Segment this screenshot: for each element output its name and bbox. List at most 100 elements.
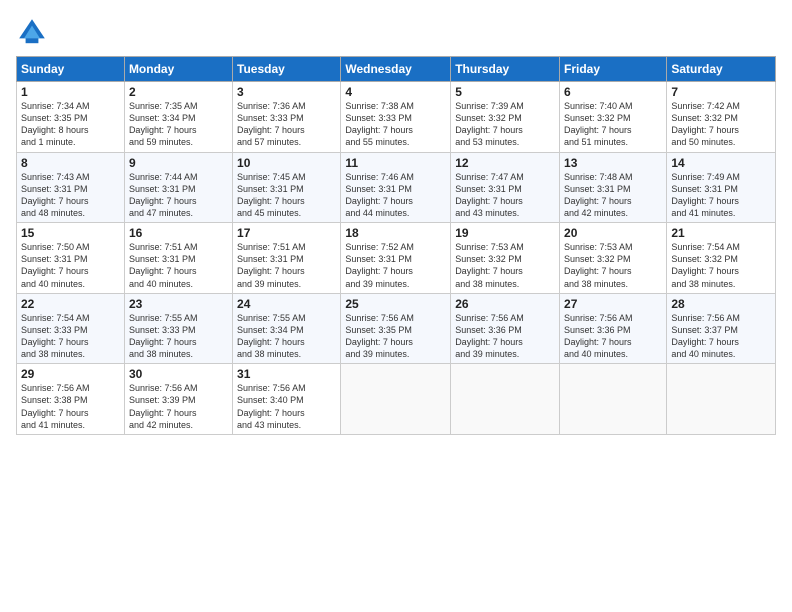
day-info: Sunrise: 7:39 AMSunset: 3:32 PMDaylight:… [455, 100, 555, 149]
week-row-1: 1Sunrise: 7:34 AMSunset: 3:35 PMDaylight… [17, 82, 776, 153]
calendar-cell: 24Sunrise: 7:55 AMSunset: 3:34 PMDayligh… [233, 293, 341, 364]
day-info: Sunrise: 7:56 AMSunset: 3:36 PMDaylight:… [564, 312, 662, 361]
day-number: 12 [455, 156, 555, 170]
calendar-cell: 20Sunrise: 7:53 AMSunset: 3:32 PMDayligh… [560, 223, 667, 294]
calendar-cell: 16Sunrise: 7:51 AMSunset: 3:31 PMDayligh… [124, 223, 232, 294]
weekday-header-friday: Friday [560, 57, 667, 82]
day-info: Sunrise: 7:56 AMSunset: 3:39 PMDaylight:… [129, 382, 228, 431]
day-number: 29 [21, 367, 120, 381]
day-info: Sunrise: 7:55 AMSunset: 3:33 PMDaylight:… [129, 312, 228, 361]
header [16, 16, 776, 48]
week-row-2: 8Sunrise: 7:43 AMSunset: 3:31 PMDaylight… [17, 152, 776, 223]
day-info: Sunrise: 7:51 AMSunset: 3:31 PMDaylight:… [237, 241, 336, 290]
day-number: 20 [564, 226, 662, 240]
logo-icon [16, 16, 48, 48]
day-number: 19 [455, 226, 555, 240]
day-number: 15 [21, 226, 120, 240]
calendar-cell: 26Sunrise: 7:56 AMSunset: 3:36 PMDayligh… [451, 293, 560, 364]
day-info: Sunrise: 7:40 AMSunset: 3:32 PMDaylight:… [564, 100, 662, 149]
calendar-cell [560, 364, 667, 435]
day-info: Sunrise: 7:56 AMSunset: 3:36 PMDaylight:… [455, 312, 555, 361]
weekday-header-sunday: Sunday [17, 57, 125, 82]
calendar-cell: 13Sunrise: 7:48 AMSunset: 3:31 PMDayligh… [560, 152, 667, 223]
weekday-header-saturday: Saturday [667, 57, 776, 82]
day-info: Sunrise: 7:47 AMSunset: 3:31 PMDaylight:… [455, 171, 555, 220]
day-info: Sunrise: 7:56 AMSunset: 3:35 PMDaylight:… [345, 312, 446, 361]
calendar-cell: 14Sunrise: 7:49 AMSunset: 3:31 PMDayligh… [667, 152, 776, 223]
day-number: 18 [345, 226, 446, 240]
day-info: Sunrise: 7:38 AMSunset: 3:33 PMDaylight:… [345, 100, 446, 149]
day-info: Sunrise: 7:46 AMSunset: 3:31 PMDaylight:… [345, 171, 446, 220]
day-info: Sunrise: 7:55 AMSunset: 3:34 PMDaylight:… [237, 312, 336, 361]
day-info: Sunrise: 7:53 AMSunset: 3:32 PMDaylight:… [564, 241, 662, 290]
calendar-cell: 6Sunrise: 7:40 AMSunset: 3:32 PMDaylight… [560, 82, 667, 153]
calendar-cell [667, 364, 776, 435]
day-number: 13 [564, 156, 662, 170]
weekday-header-thursday: Thursday [451, 57, 560, 82]
calendar-cell: 17Sunrise: 7:51 AMSunset: 3:31 PMDayligh… [233, 223, 341, 294]
calendar-cell: 10Sunrise: 7:45 AMSunset: 3:31 PMDayligh… [233, 152, 341, 223]
weekday-header-monday: Monday [124, 57, 232, 82]
calendar-cell: 28Sunrise: 7:56 AMSunset: 3:37 PMDayligh… [667, 293, 776, 364]
day-number: 24 [237, 297, 336, 311]
calendar-cell: 19Sunrise: 7:53 AMSunset: 3:32 PMDayligh… [451, 223, 560, 294]
week-row-4: 22Sunrise: 7:54 AMSunset: 3:33 PMDayligh… [17, 293, 776, 364]
day-info: Sunrise: 7:51 AMSunset: 3:31 PMDaylight:… [129, 241, 228, 290]
day-info: Sunrise: 7:45 AMSunset: 3:31 PMDaylight:… [237, 171, 336, 220]
page-container: SundayMondayTuesdayWednesdayThursdayFrid… [0, 0, 792, 612]
day-number: 21 [671, 226, 771, 240]
day-number: 30 [129, 367, 228, 381]
weekday-header-row: SundayMondayTuesdayWednesdayThursdayFrid… [17, 57, 776, 82]
day-info: Sunrise: 7:48 AMSunset: 3:31 PMDaylight:… [564, 171, 662, 220]
calendar-cell: 5Sunrise: 7:39 AMSunset: 3:32 PMDaylight… [451, 82, 560, 153]
day-info: Sunrise: 7:36 AMSunset: 3:33 PMDaylight:… [237, 100, 336, 149]
day-number: 3 [237, 85, 336, 99]
day-info: Sunrise: 7:50 AMSunset: 3:31 PMDaylight:… [21, 241, 120, 290]
weekday-header-tuesday: Tuesday [233, 57, 341, 82]
day-number: 23 [129, 297, 228, 311]
day-number: 25 [345, 297, 446, 311]
day-number: 1 [21, 85, 120, 99]
weekday-header-wednesday: Wednesday [341, 57, 451, 82]
calendar: SundayMondayTuesdayWednesdayThursdayFrid… [16, 56, 776, 435]
day-info: Sunrise: 7:34 AMSunset: 3:35 PMDaylight:… [21, 100, 120, 149]
calendar-cell: 29Sunrise: 7:56 AMSunset: 3:38 PMDayligh… [17, 364, 125, 435]
calendar-cell: 21Sunrise: 7:54 AMSunset: 3:32 PMDayligh… [667, 223, 776, 294]
calendar-cell: 3Sunrise: 7:36 AMSunset: 3:33 PMDaylight… [233, 82, 341, 153]
calendar-cell: 25Sunrise: 7:56 AMSunset: 3:35 PMDayligh… [341, 293, 451, 364]
day-number: 27 [564, 297, 662, 311]
day-info: Sunrise: 7:52 AMSunset: 3:31 PMDaylight:… [345, 241, 446, 290]
calendar-cell: 23Sunrise: 7:55 AMSunset: 3:33 PMDayligh… [124, 293, 232, 364]
day-number: 17 [237, 226, 336, 240]
calendar-cell [341, 364, 451, 435]
day-info: Sunrise: 7:49 AMSunset: 3:31 PMDaylight:… [671, 171, 771, 220]
calendar-cell: 1Sunrise: 7:34 AMSunset: 3:35 PMDaylight… [17, 82, 125, 153]
logo [16, 16, 52, 48]
day-number: 6 [564, 85, 662, 99]
day-number: 5 [455, 85, 555, 99]
day-info: Sunrise: 7:35 AMSunset: 3:34 PMDaylight:… [129, 100, 228, 149]
calendar-cell: 22Sunrise: 7:54 AMSunset: 3:33 PMDayligh… [17, 293, 125, 364]
day-number: 22 [21, 297, 120, 311]
day-number: 4 [345, 85, 446, 99]
day-number: 2 [129, 85, 228, 99]
calendar-cell: 18Sunrise: 7:52 AMSunset: 3:31 PMDayligh… [341, 223, 451, 294]
day-number: 31 [237, 367, 336, 381]
day-info: Sunrise: 7:43 AMSunset: 3:31 PMDaylight:… [21, 171, 120, 220]
calendar-cell: 4Sunrise: 7:38 AMSunset: 3:33 PMDaylight… [341, 82, 451, 153]
day-info: Sunrise: 7:44 AMSunset: 3:31 PMDaylight:… [129, 171, 228, 220]
calendar-cell: 2Sunrise: 7:35 AMSunset: 3:34 PMDaylight… [124, 82, 232, 153]
calendar-cell: 15Sunrise: 7:50 AMSunset: 3:31 PMDayligh… [17, 223, 125, 294]
day-number: 8 [21, 156, 120, 170]
calendar-cell: 11Sunrise: 7:46 AMSunset: 3:31 PMDayligh… [341, 152, 451, 223]
day-number: 7 [671, 85, 771, 99]
week-row-3: 15Sunrise: 7:50 AMSunset: 3:31 PMDayligh… [17, 223, 776, 294]
calendar-cell: 12Sunrise: 7:47 AMSunset: 3:31 PMDayligh… [451, 152, 560, 223]
day-number: 28 [671, 297, 771, 311]
day-number: 10 [237, 156, 336, 170]
day-info: Sunrise: 7:56 AMSunset: 3:40 PMDaylight:… [237, 382, 336, 431]
day-info: Sunrise: 7:53 AMSunset: 3:32 PMDaylight:… [455, 241, 555, 290]
week-row-5: 29Sunrise: 7:56 AMSunset: 3:38 PMDayligh… [17, 364, 776, 435]
day-info: Sunrise: 7:56 AMSunset: 3:38 PMDaylight:… [21, 382, 120, 431]
calendar-cell: 31Sunrise: 7:56 AMSunset: 3:40 PMDayligh… [233, 364, 341, 435]
